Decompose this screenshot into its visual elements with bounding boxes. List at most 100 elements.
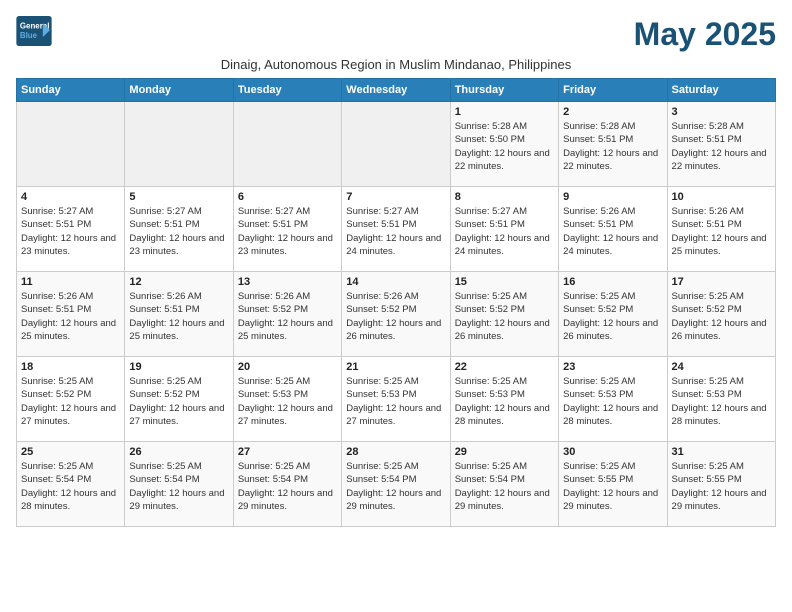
day-detail: Sunrise: 5:25 AM Sunset: 5:53 PM Dayligh… (455, 375, 554, 428)
calendar-cell (342, 102, 450, 187)
day-number: 3 (672, 106, 771, 118)
weekday-header-monday: Monday (125, 79, 233, 102)
day-detail: Sunrise: 5:26 AM Sunset: 5:51 PM Dayligh… (129, 290, 228, 343)
calendar-cell: 9 Sunrise: 5:26 AM Sunset: 5:51 PM Daylig… (559, 187, 667, 272)
day-detail: Sunrise: 5:25 AM Sunset: 5:55 PM Dayligh… (672, 460, 771, 513)
calendar-cell: 5 Sunrise: 5:27 AM Sunset: 5:51 PM Daylig… (125, 187, 233, 272)
calendar-cell: 23 Sunrise: 5:25 AM Sunset: 5:53 PM Dayli… (559, 357, 667, 442)
svg-text:Blue: Blue (20, 31, 38, 40)
day-detail: Sunrise: 5:26 AM Sunset: 5:51 PM Dayligh… (563, 205, 662, 258)
calendar-cell (17, 102, 125, 187)
calendar-cell: 28 Sunrise: 5:25 AM Sunset: 5:54 PM Dayli… (342, 442, 450, 527)
weekday-header-thursday: Thursday (450, 79, 558, 102)
day-number: 1 (455, 106, 554, 118)
day-number: 4 (21, 191, 120, 203)
calendar-cell: 12 Sunrise: 5:26 AM Sunset: 5:51 PM Dayli… (125, 272, 233, 357)
day-number: 31 (672, 446, 771, 458)
day-number: 16 (563, 276, 662, 288)
day-detail: Sunrise: 5:28 AM Sunset: 5:50 PM Dayligh… (455, 120, 554, 173)
calendar-cell: 3Sunrise: 5:28 AM Sunset: 5:51 PM Daylig… (667, 102, 775, 187)
day-detail: Sunrise: 5:28 AM Sunset: 5:51 PM Dayligh… (563, 120, 662, 173)
day-number: 19 (129, 361, 228, 373)
day-number: 26 (129, 446, 228, 458)
day-number: 14 (346, 276, 445, 288)
day-number: 25 (21, 446, 120, 458)
day-detail: Sunrise: 5:25 AM Sunset: 5:54 PM Dayligh… (455, 460, 554, 513)
calendar-cell: 2 Sunrise: 5:28 AM Sunset: 5:51 PM Daylig… (559, 102, 667, 187)
calendar-cell: 4 Sunrise: 5:27 AM Sunset: 5:51 PM Daylig… (17, 187, 125, 272)
calendar-cell: 31 Sunrise: 5:25 AM Sunset: 5:55 PM Dayli… (667, 442, 775, 527)
day-detail: Sunrise: 5:26 AM Sunset: 5:51 PM Dayligh… (672, 205, 771, 258)
calendar-cell: 15 Sunrise: 5:25 AM Sunset: 5:52 PM Dayli… (450, 272, 558, 357)
day-number: 11 (21, 276, 120, 288)
day-number: 21 (346, 361, 445, 373)
day-detail: Sunrise: 5:25 AM Sunset: 5:53 PM Dayligh… (563, 375, 662, 428)
day-detail: Sunrise: 5:25 AM Sunset: 5:52 PM Dayligh… (672, 290, 771, 343)
day-detail: Sunrise: 5:25 AM Sunset: 5:52 PM Dayligh… (455, 290, 554, 343)
calendar-cell (233, 102, 341, 187)
calendar-table: SundayMondayTuesdayWednesdayThursdayFrid… (16, 78, 776, 527)
day-number: 12 (129, 276, 228, 288)
day-number: 23 (563, 361, 662, 373)
day-number: 5 (129, 191, 228, 203)
day-detail: Sunrise: 5:27 AM Sunset: 5:51 PM Dayligh… (346, 205, 445, 258)
calendar-cell: 30Sunrise: 5:25 AM Sunset: 5:55 PM Dayli… (559, 442, 667, 527)
day-number: 24 (672, 361, 771, 373)
day-detail: Sunrise: 5:25 AM Sunset: 5:54 PM Dayligh… (129, 460, 228, 513)
day-detail: Sunrise: 5:26 AM Sunset: 5:52 PM Dayligh… (346, 290, 445, 343)
month-title: May 2025 (634, 16, 776, 53)
day-number: 15 (455, 276, 554, 288)
day-number: 10 (672, 191, 771, 203)
weekday-header-tuesday: Tuesday (233, 79, 341, 102)
subtitle: Dinaig, Autonomous Region in Muslim Mind… (16, 57, 776, 72)
day-number: 2 (563, 106, 662, 118)
day-number: 17 (672, 276, 771, 288)
calendar-cell (125, 102, 233, 187)
weekday-header-sunday: Sunday (17, 79, 125, 102)
logo-icon: General Blue (16, 16, 52, 46)
day-detail: Sunrise: 5:25 AM Sunset: 5:53 PM Dayligh… (238, 375, 337, 428)
day-number: 9 (563, 191, 662, 203)
logo: General Blue (16, 16, 52, 46)
calendar-cell: 14 Sunrise: 5:26 AM Sunset: 5:52 PM Dayli… (342, 272, 450, 357)
calendar-cell: 13Sunrise: 5:26 AM Sunset: 5:52 PM Dayli… (233, 272, 341, 357)
day-detail: Sunrise: 5:25 AM Sunset: 5:52 PM Dayligh… (21, 375, 120, 428)
weekday-header-wednesday: Wednesday (342, 79, 450, 102)
calendar-cell: 17 Sunrise: 5:25 AM Sunset: 5:52 PM Dayli… (667, 272, 775, 357)
day-detail: Sunrise: 5:25 AM Sunset: 5:55 PM Dayligh… (563, 460, 662, 513)
day-detail: Sunrise: 5:27 AM Sunset: 5:51 PM Dayligh… (238, 205, 337, 258)
day-detail: Sunrise: 5:25 AM Sunset: 5:53 PM Dayligh… (346, 375, 445, 428)
calendar-cell: 6 Sunrise: 5:27 AM Sunset: 5:51 PM Daylig… (233, 187, 341, 272)
day-number: 6 (238, 191, 337, 203)
day-number: 22 (455, 361, 554, 373)
day-detail: Sunrise: 5:25 AM Sunset: 5:54 PM Dayligh… (346, 460, 445, 513)
day-detail: Sunrise: 5:25 AM Sunset: 5:53 PM Dayligh… (672, 375, 771, 428)
calendar-cell: 7 Sunrise: 5:27 AM Sunset: 5:51 PM Daylig… (342, 187, 450, 272)
day-number: 7 (346, 191, 445, 203)
day-number: 20 (238, 361, 337, 373)
calendar-cell: 16Sunrise: 5:25 AM Sunset: 5:52 PM Dayli… (559, 272, 667, 357)
calendar-cell: 21 Sunrise: 5:25 AM Sunset: 5:53 PM Dayli… (342, 357, 450, 442)
calendar-cell: 8 Sunrise: 5:27 AM Sunset: 5:51 PM Daylig… (450, 187, 558, 272)
calendar-cell: 27 Sunrise: 5:25 AM Sunset: 5:54 PM Dayli… (233, 442, 341, 527)
day-number: 29 (455, 446, 554, 458)
calendar-cell: 25Sunrise: 5:25 AM Sunset: 5:54 PM Dayli… (17, 442, 125, 527)
day-number: 18 (21, 361, 120, 373)
calendar-cell: 22 Sunrise: 5:25 AM Sunset: 5:53 PM Dayli… (450, 357, 558, 442)
calendar-cell: 26 Sunrise: 5:25 AM Sunset: 5:54 PM Dayli… (125, 442, 233, 527)
day-detail: Sunrise: 5:27 AM Sunset: 5:51 PM Dayligh… (455, 205, 554, 258)
calendar-cell: 1 Sunrise: 5:28 AM Sunset: 5:50 PM Daylig… (450, 102, 558, 187)
day-detail: Sunrise: 5:27 AM Sunset: 5:51 PM Dayligh… (129, 205, 228, 258)
day-number: 27 (238, 446, 337, 458)
day-detail: Sunrise: 5:27 AM Sunset: 5:51 PM Dayligh… (21, 205, 120, 258)
calendar-cell: 10 Sunrise: 5:26 AM Sunset: 5:51 PM Dayli… (667, 187, 775, 272)
calendar-cell: 19Sunrise: 5:25 AM Sunset: 5:52 PM Dayli… (125, 357, 233, 442)
day-number: 28 (346, 446, 445, 458)
day-number: 8 (455, 191, 554, 203)
day-detail: Sunrise: 5:26 AM Sunset: 5:51 PM Dayligh… (21, 290, 120, 343)
weekday-header-saturday: Saturday (667, 79, 775, 102)
day-detail: Sunrise: 5:25 AM Sunset: 5:54 PM Dayligh… (238, 460, 337, 513)
calendar-cell: 18 Sunrise: 5:25 AM Sunset: 5:52 PM Dayli… (17, 357, 125, 442)
weekday-header-friday: Friday (559, 79, 667, 102)
day-detail: Sunrise: 5:26 AM Sunset: 5:52 PM Dayligh… (238, 290, 337, 343)
